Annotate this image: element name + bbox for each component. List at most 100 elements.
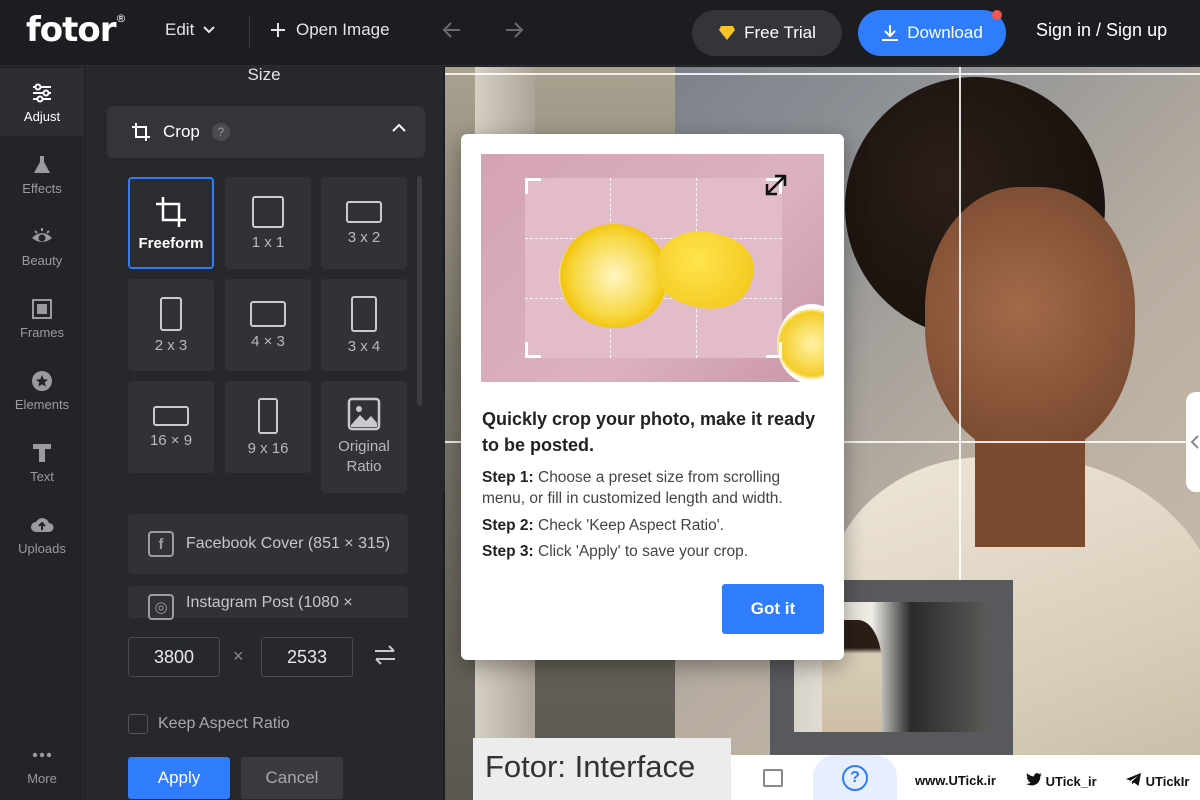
sliders-icon [33, 83, 51, 102]
cloud-upload-icon [31, 517, 54, 532]
instagram-icon: ◎ [148, 594, 174, 620]
rail-label: Beauty [21, 252, 63, 268]
crop-section-header[interactable]: Crop ? [107, 106, 425, 158]
photo-subject [925, 187, 1135, 457]
crop-tile-4x3[interactable]: 4 × 3 [225, 279, 311, 371]
rail-item-text[interactable]: Text [0, 428, 84, 496]
preset-instagram-post[interactable]: ◎ Instagram Post (1080 × [128, 586, 408, 620]
crop-corner [766, 342, 782, 358]
free-trial-button[interactable]: Free Trial [692, 10, 842, 56]
toolbar-divider [249, 16, 250, 48]
ratio-wide-icon [153, 405, 189, 426]
crop-corner [525, 342, 541, 358]
crop-tile-original-ratio[interactable]: Original Ratio [321, 381, 407, 493]
crop-tile-3x2[interactable]: 3 x 2 [321, 177, 407, 269]
flask-icon [34, 155, 50, 173]
tile-label: 2 x 3 [154, 336, 188, 354]
swap-dimensions-button[interactable] [373, 644, 397, 672]
edit-menu-label: Edit [165, 20, 195, 39]
frame-icon [32, 298, 52, 319]
rail-label: Uploads [18, 540, 66, 556]
preset-label: Instagram Post (1080 × [186, 594, 353, 611]
eye-icon [32, 227, 52, 242]
undo-button[interactable] [438, 18, 466, 46]
download-label: Download [907, 23, 983, 42]
height-input[interactable]: 2533 [261, 637, 353, 677]
got-it-button[interactable]: Got it [722, 584, 824, 634]
edit-menu[interactable]: Edit [165, 20, 216, 40]
open-image-label: Open Image [296, 20, 390, 39]
compare-icon[interactable] [763, 769, 783, 787]
chevron-up-icon [392, 123, 406, 132]
keep-aspect-ratio[interactable]: Keep Aspect Ratio [128, 714, 290, 734]
rail-item-beauty[interactable]: Beauty [0, 212, 84, 280]
rail-item-frames[interactable]: Frames [0, 284, 84, 352]
arrow-left-icon [442, 22, 460, 38]
rail-label: Adjust [23, 108, 61, 124]
crop-tile-16x9[interactable]: 16 × 9 [128, 381, 214, 473]
image-icon [347, 397, 381, 431]
lemon-slice [559, 224, 669, 328]
crop-tile-freeform[interactable]: Freeform [128, 177, 214, 269]
crop-grid-line [445, 73, 1200, 75]
keep-aspect-checkbox[interactable] [128, 714, 148, 734]
more-dots-icon [32, 752, 52, 757]
width-input[interactable]: 3800 [128, 637, 220, 677]
rail-item-more[interactable]: More [0, 730, 84, 798]
rail-label: Frames [19, 324, 65, 340]
panel-scrollbar[interactable] [417, 176, 422, 406]
rail-item-elements[interactable]: Elements [0, 356, 84, 424]
plus-icon [271, 23, 285, 37]
swap-arrows-icon [375, 645, 395, 665]
chevron-left-icon [1190, 435, 1199, 449]
popup-step-3: Step 3: Click 'Apply' to save your crop. [482, 543, 749, 560]
help-button[interactable]: ? [813, 755, 897, 800]
ratio-portrait-icon [160, 296, 182, 331]
download-button[interactable]: Download [858, 10, 1006, 56]
free-trial-label: Free Trial [744, 23, 816, 42]
crop-tile-3x4[interactable]: 3 x 4 [321, 279, 407, 371]
adjust-panel: Size Crop ? Freeform 1 x 1 3 x 2 2 x 3 4… [85, 66, 443, 800]
telegram-watermark: UTickIr [1126, 773, 1189, 789]
download-icon [882, 25, 899, 41]
diamond-icon [719, 26, 736, 40]
popup-step-1: Step 1: Choose a preset size from scroll… [482, 469, 783, 507]
tutorial-image [481, 154, 824, 382]
star-circle-icon [32, 370, 52, 391]
cancel-button[interactable]: Cancel [241, 757, 343, 799]
website-watermark: www.UTick.ir [915, 773, 996, 788]
panel-title: Size [247, 65, 281, 84]
ratio-square-icon [252, 195, 284, 228]
tile-label: 4 × 3 [251, 332, 285, 350]
rail-label: Effects [22, 180, 62, 196]
open-image-button[interactable]: Open Image [270, 20, 390, 40]
top-bar: fotor® Edit Open Image Free Trial Downlo… [0, 0, 1200, 66]
crop-tile-1x1[interactable]: 1 x 1 [225, 177, 311, 269]
crop-tile-9x16[interactable]: 9 x 16 [225, 381, 311, 473]
crop-tile-2x3[interactable]: 2 x 3 [128, 279, 214, 371]
crop-icon [156, 196, 186, 227]
redo-button[interactable] [500, 18, 528, 46]
rail-label: Elements [14, 396, 70, 412]
tile-label: 3 x 2 [347, 228, 381, 246]
sign-in-link[interactable]: Sign in / Sign up [1036, 20, 1167, 41]
rail-item-effects[interactable]: Effects [0, 140, 84, 208]
apply-button[interactable]: Apply [128, 757, 230, 799]
twitter-icon [1026, 773, 1042, 786]
tile-label: 1 x 1 [251, 233, 285, 251]
rail-item-adjust[interactable]: Adjust [0, 68, 84, 136]
facebook-icon: f [148, 531, 174, 557]
fotor-logo[interactable]: fotor® [26, 10, 127, 50]
bottom-bar: ? www.UTick.ir UTick_ir UTickIr [731, 755, 1200, 800]
preset-facebook-cover[interactable]: f Facebook Cover (851 × 315) [128, 514, 408, 574]
crop-corner [525, 178, 541, 194]
arrow-right-icon [506, 22, 524, 38]
rail-label: Text [30, 468, 54, 484]
rail-item-uploads[interactable]: Uploads [0, 500, 84, 568]
expand-right-panel-handle[interactable] [1186, 392, 1200, 492]
popup-title: Quickly crop your photo, make it ready t… [482, 409, 816, 455]
help-icon[interactable]: ? [211, 123, 230, 141]
tile-label: Original Ratio [338, 438, 390, 475]
ratio-landscape-icon [250, 300, 286, 327]
twitter-watermark: UTick_ir [1026, 773, 1097, 789]
